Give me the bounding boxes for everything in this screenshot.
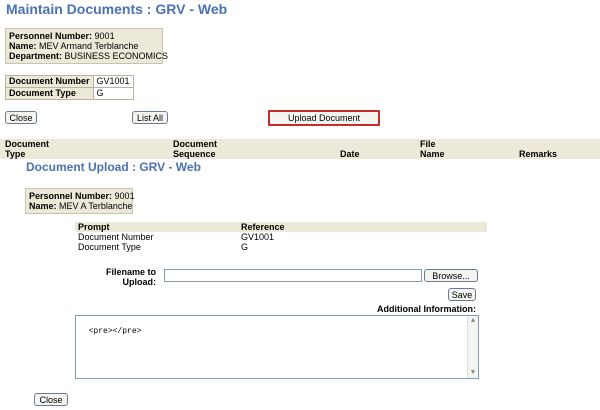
name-label: Name: (9, 41, 37, 51)
personnel-number-value: 9001 (94, 31, 115, 41)
page-title: Maintain Documents : GRV - Web (6, 1, 228, 17)
upload-personnel-value: 9001 (114, 191, 135, 201)
additional-info-textarea[interactable]: <pre></pre> ▲ ▼ (75, 315, 479, 379)
col-document-sequence[interactable]: Document Sequence (173, 139, 217, 159)
browse-button[interactable]: Browse... (424, 269, 478, 282)
col-file-name[interactable]: File Name (420, 139, 445, 159)
additional-info-label: Additional Information: (377, 304, 476, 314)
save-button[interactable]: Save (448, 288, 476, 301)
name-value: MEV Armand Terblanche (39, 41, 139, 51)
department-label: Department: (9, 51, 63, 61)
additional-info-text: <pre></pre> (88, 327, 142, 336)
prompt-header: Prompt (78, 222, 110, 232)
personnel-number-label: Personnel Number: (9, 31, 93, 41)
document-number-value: GV1001 (92, 75, 134, 88)
document-type-label: Document Type (5, 87, 94, 100)
reference-cell: GV1001 (241, 232, 275, 242)
col-document-sequence-line1: Document (173, 139, 218, 149)
textarea-scrollbar[interactable]: ▲ ▼ (467, 316, 478, 378)
filename-label: Filename to Upload: (90, 267, 156, 287)
upload-name-value: MEV A Terblanche (59, 201, 133, 211)
col-document-type-line2: Type (5, 149, 26, 159)
filename-label-line1: Filename to (105, 267, 156, 277)
prompt-cell: Document Type (78, 242, 141, 252)
document-type-value: G (92, 87, 134, 100)
upload-employee-panel: Personnel Number: 9001 Name: MEV A Terbl… (25, 188, 135, 214)
table-row: Document Type G (75, 242, 487, 252)
documents-grid-header: Document Type Document Sequence Date File N… (0, 139, 600, 159)
scroll-up-icon[interactable]: ▲ (469, 317, 477, 325)
upload-dialog-title: Document Upload : GRV - Web (26, 160, 201, 174)
upload-personnel-label: Personnel Number: (29, 191, 113, 201)
upload-close-button[interactable]: Close (34, 393, 68, 406)
reference-cell: G (241, 242, 249, 252)
list-all-button[interactable]: List All (132, 111, 168, 124)
document-number-label: Document Number (5, 75, 94, 88)
col-remarks[interactable]: Remarks (519, 149, 557, 159)
reference-header: Reference (241, 222, 285, 232)
close-button[interactable]: Close (5, 111, 37, 124)
col-document-sequence-line2: Sequence (173, 149, 216, 159)
filename-label-line2: Upload: (122, 277, 157, 287)
table-row: Document Number GV1001 (75, 232, 487, 242)
department-value: BUSINESS ECONOMICS (64, 51, 169, 61)
upload-document-button[interactable]: Upload Document (268, 110, 380, 126)
prompt-reference-table: Prompt Reference Document Number GV1001 … (75, 222, 487, 252)
prompt-cell: Document Number (78, 232, 154, 242)
scroll-down-icon[interactable]: ▼ (469, 369, 477, 377)
employee-info-panel: Personnel Number: 9001 Name: MEV Armand … (5, 28, 168, 64)
col-document-type-line1: Document (5, 139, 50, 149)
col-file-name-line2: Name (420, 149, 445, 159)
filename-input[interactable] (164, 269, 422, 282)
col-document-type[interactable]: Document Type (5, 139, 49, 159)
upload-name-label: Name: (29, 201, 57, 211)
col-file-name-line1: File (420, 139, 436, 149)
col-date[interactable]: Date (340, 149, 360, 159)
document-info-table: Document Number GV1001 Document Type G (5, 75, 134, 100)
prompt-table-header: Prompt Reference (75, 222, 487, 232)
